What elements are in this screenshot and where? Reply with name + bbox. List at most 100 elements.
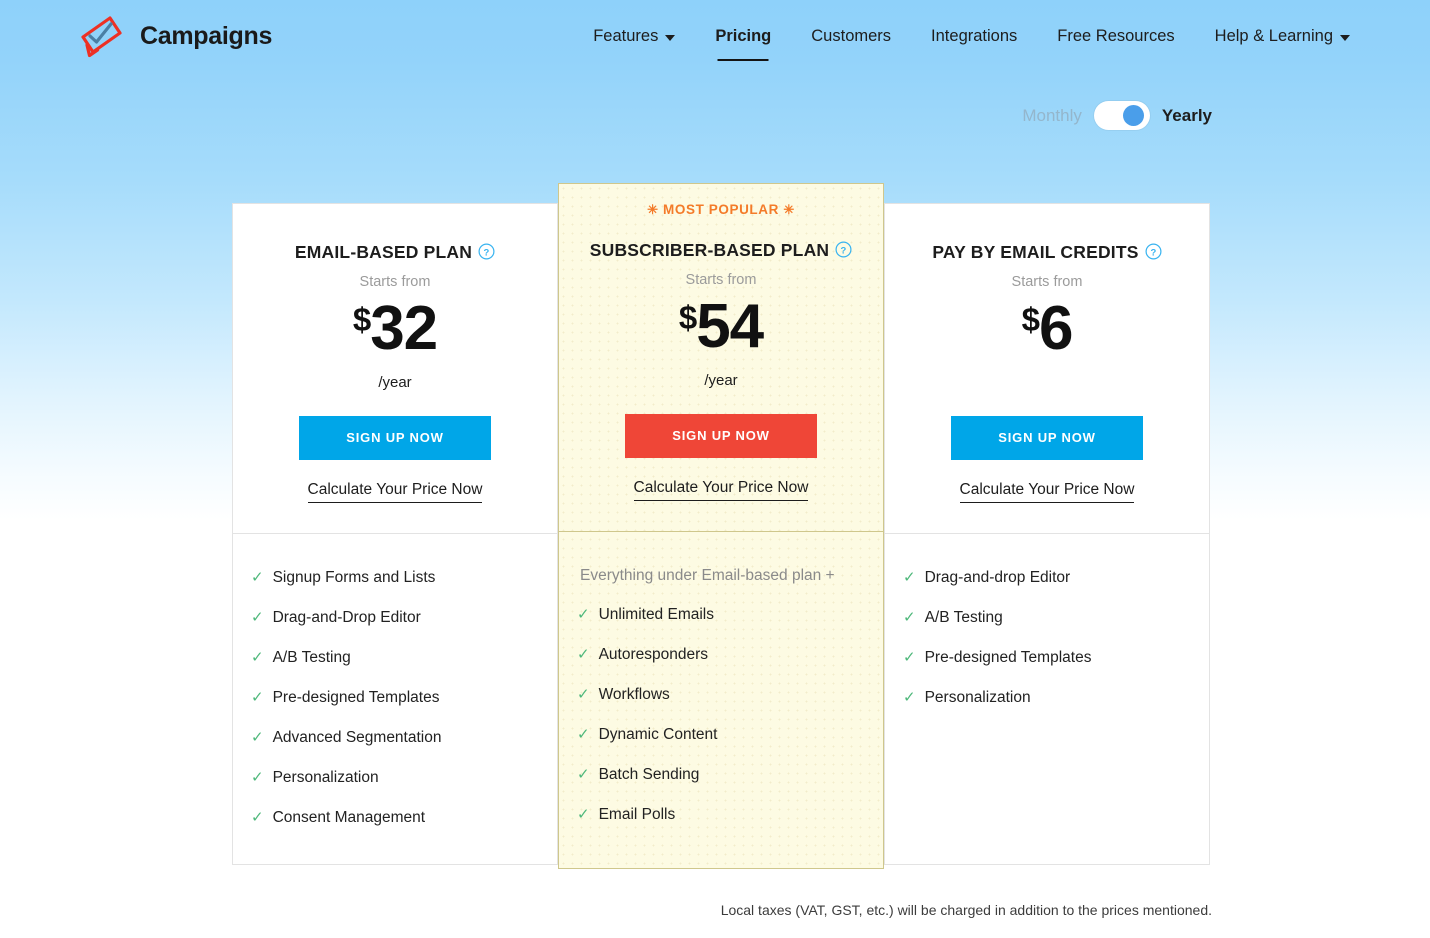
feature-label: Personalization <box>272 769 379 786</box>
list-item: ✓ Workflows <box>577 686 883 704</box>
feature-label: Drag-and-Drop Editor <box>272 609 421 626</box>
plan-title: EMAIL-BASED PLAN ? <box>295 242 495 263</box>
starts-from-label: Starts from <box>1011 274 1083 290</box>
pricing-plans-table: EMAIL-BASED PLAN ? Starts from $32 /year… <box>232 183 1212 869</box>
feature-list-note: Everything under Email-based plan + <box>580 567 835 584</box>
feature-label: A/B Testing <box>272 649 351 666</box>
plan-title-text: PAY BY EMAIL CREDITS <box>932 242 1139 262</box>
check-icon: ✓ <box>577 726 590 743</box>
nav-item-help-learning[interactable]: Help & Learning <box>1195 24 1370 48</box>
list-item: ✓ A/B Testing <box>251 649 557 667</box>
plan-feature-list: ✓ Signup Forms and Lists ✓ Drag-and-Drop… <box>233 534 557 864</box>
billing-period-toggle[interactable]: Monthly Yearly <box>1022 101 1212 130</box>
chevron-down-icon <box>1340 34 1350 41</box>
feature-label: Dynamic Content <box>598 726 718 743</box>
price-currency: $ <box>352 301 371 338</box>
list-item: ✓ Personalization <box>903 689 1209 707</box>
plan-price: $6 <box>901 298 1193 360</box>
check-icon: ✓ <box>577 686 590 703</box>
check-icon: ✓ <box>903 609 916 626</box>
signup-button[interactable]: SIGN UP NOW <box>625 414 817 458</box>
calculate-price-link[interactable]: Calculate Your Price Now <box>959 481 1135 503</box>
help-circle-icon[interactable]: ? <box>1145 243 1162 260</box>
toggle-knob <box>1122 105 1144 126</box>
feature-label: Batch Sending <box>598 766 700 783</box>
plan-header: EMAIL-BASED PLAN ? Starts from $32 /year… <box>233 204 557 503</box>
starts-from-label: Starts from <box>685 272 757 288</box>
price-currency: $ <box>678 299 697 336</box>
nav-label-free-resources: Free Resources <box>1057 27 1175 45</box>
plan-header: PAY BY EMAIL CREDITS ? Starts from $6 SI… <box>885 204 1209 503</box>
nav-item-features[interactable]: Features <box>573 24 695 48</box>
nav-item-customers[interactable]: Customers <box>791 24 911 48</box>
plan-card-email-based: EMAIL-BASED PLAN ? Starts from $32 /year… <box>232 203 558 865</box>
list-item: ✓ Personalization <box>251 769 557 787</box>
list-item: ✓ Pre-designed Templates <box>903 649 1209 667</box>
billing-monthly-label[interactable]: Monthly <box>1022 106 1082 126</box>
price-amount: 32 <box>370 294 438 363</box>
check-icon: ✓ <box>577 646 590 663</box>
pricing-page: Campaigns Features Pricing Customers Int… <box>0 0 1430 938</box>
main-navigation: Features Pricing Customers Integrations … <box>573 24 1370 48</box>
price-amount: 6 <box>1038 294 1073 363</box>
feature-label: Autoresponders <box>598 646 709 663</box>
nav-item-pricing[interactable]: Pricing <box>695 24 791 48</box>
plan-price: $32 <box>249 298 541 360</box>
feature-label: Advanced Segmentation <box>272 729 442 746</box>
brand-logo-link[interactable]: Campaigns <box>78 14 272 58</box>
list-item: ✓ Drag-and-Drop Editor <box>251 609 557 627</box>
plan-card-email-credits: PAY BY EMAIL CREDITS ? Starts from $6 SI… <box>884 203 1210 865</box>
calculate-price-link[interactable]: Calculate Your Price Now <box>307 481 483 503</box>
check-icon: ✓ <box>251 769 264 786</box>
price-amount: 54 <box>696 292 764 361</box>
help-circle-icon[interactable]: ? <box>835 241 852 258</box>
list-item: ✓ Unlimited Emails <box>577 606 883 624</box>
list-item: ✓ Batch Sending <box>577 766 883 784</box>
star-icon: ✳ <box>647 202 659 217</box>
feature-label: Pre-designed Templates <box>272 689 440 706</box>
plan-feature-list: Everything under Email-based plan + ✓ Un… <box>559 532 883 868</box>
nav-item-free-resources[interactable]: Free Resources <box>1037 24 1194 48</box>
list-item: ✓ Pre-designed Templates <box>251 689 557 707</box>
price-period: /year <box>378 374 412 391</box>
check-icon: ✓ <box>251 809 264 826</box>
calculate-price-link[interactable]: Calculate Your Price Now <box>633 479 809 501</box>
nav-label-help-learning: Help & Learning <box>1214 27 1333 45</box>
check-icon: ✓ <box>577 606 590 623</box>
check-icon: ✓ <box>903 649 916 666</box>
price-period: /year <box>704 372 738 389</box>
list-item: ✓ Advanced Segmentation <box>251 729 557 747</box>
svg-text:?: ? <box>841 245 847 256</box>
megaphone-check-icon <box>78 14 128 58</box>
site-header: Campaigns Features Pricing Customers Int… <box>0 0 1430 74</box>
svg-text:?: ? <box>1150 247 1156 258</box>
list-item: ✓ A/B Testing <box>903 609 1209 627</box>
feature-label: Personalization <box>924 689 1031 706</box>
help-circle-icon[interactable]: ? <box>478 243 495 260</box>
feature-label: Workflows <box>598 686 670 703</box>
nav-label-features: Features <box>593 27 659 45</box>
star-icon: ✳ <box>783 202 795 217</box>
plan-title: PAY BY EMAIL CREDITS ? <box>932 242 1162 263</box>
tax-footnote: Local taxes (VAT, GST, etc.) will be cha… <box>720 902 1212 918</box>
signup-button[interactable]: SIGN UP NOW <box>951 416 1143 460</box>
feature-label: Pre-designed Templates <box>924 649 1092 666</box>
list-item: ✓ Dynamic Content <box>577 726 883 744</box>
list-item: ✓ Signup Forms and Lists <box>251 569 557 587</box>
billing-toggle-switch[interactable] <box>1093 101 1150 130</box>
signup-button[interactable]: SIGN UP NOW <box>299 416 491 460</box>
nav-item-integrations[interactable]: Integrations <box>911 24 1037 48</box>
check-icon: ✓ <box>251 689 264 706</box>
check-icon: ✓ <box>251 569 264 586</box>
feature-label: Signup Forms and Lists <box>272 569 436 586</box>
chevron-down-icon <box>665 34 676 41</box>
svg-text:?: ? <box>484 247 490 258</box>
list-item: ✓ Email Polls <box>577 806 883 824</box>
list-item: ✓ Drag-and-drop Editor <box>903 569 1209 587</box>
plan-feature-list: ✓ Drag-and-drop Editor ✓ A/B Testing ✓ P… <box>885 534 1209 864</box>
billing-yearly-label[interactable]: Yearly <box>1162 106 1212 126</box>
list-item: ✓ Autoresponders <box>577 646 883 664</box>
plan-card-subscriber-based: ✳ MOST POPULAR ✳ SUBSCRIBER-BASED PLAN ?… <box>558 183 884 869</box>
check-icon: ✓ <box>903 569 916 586</box>
feature-label: Consent Management <box>272 809 426 826</box>
